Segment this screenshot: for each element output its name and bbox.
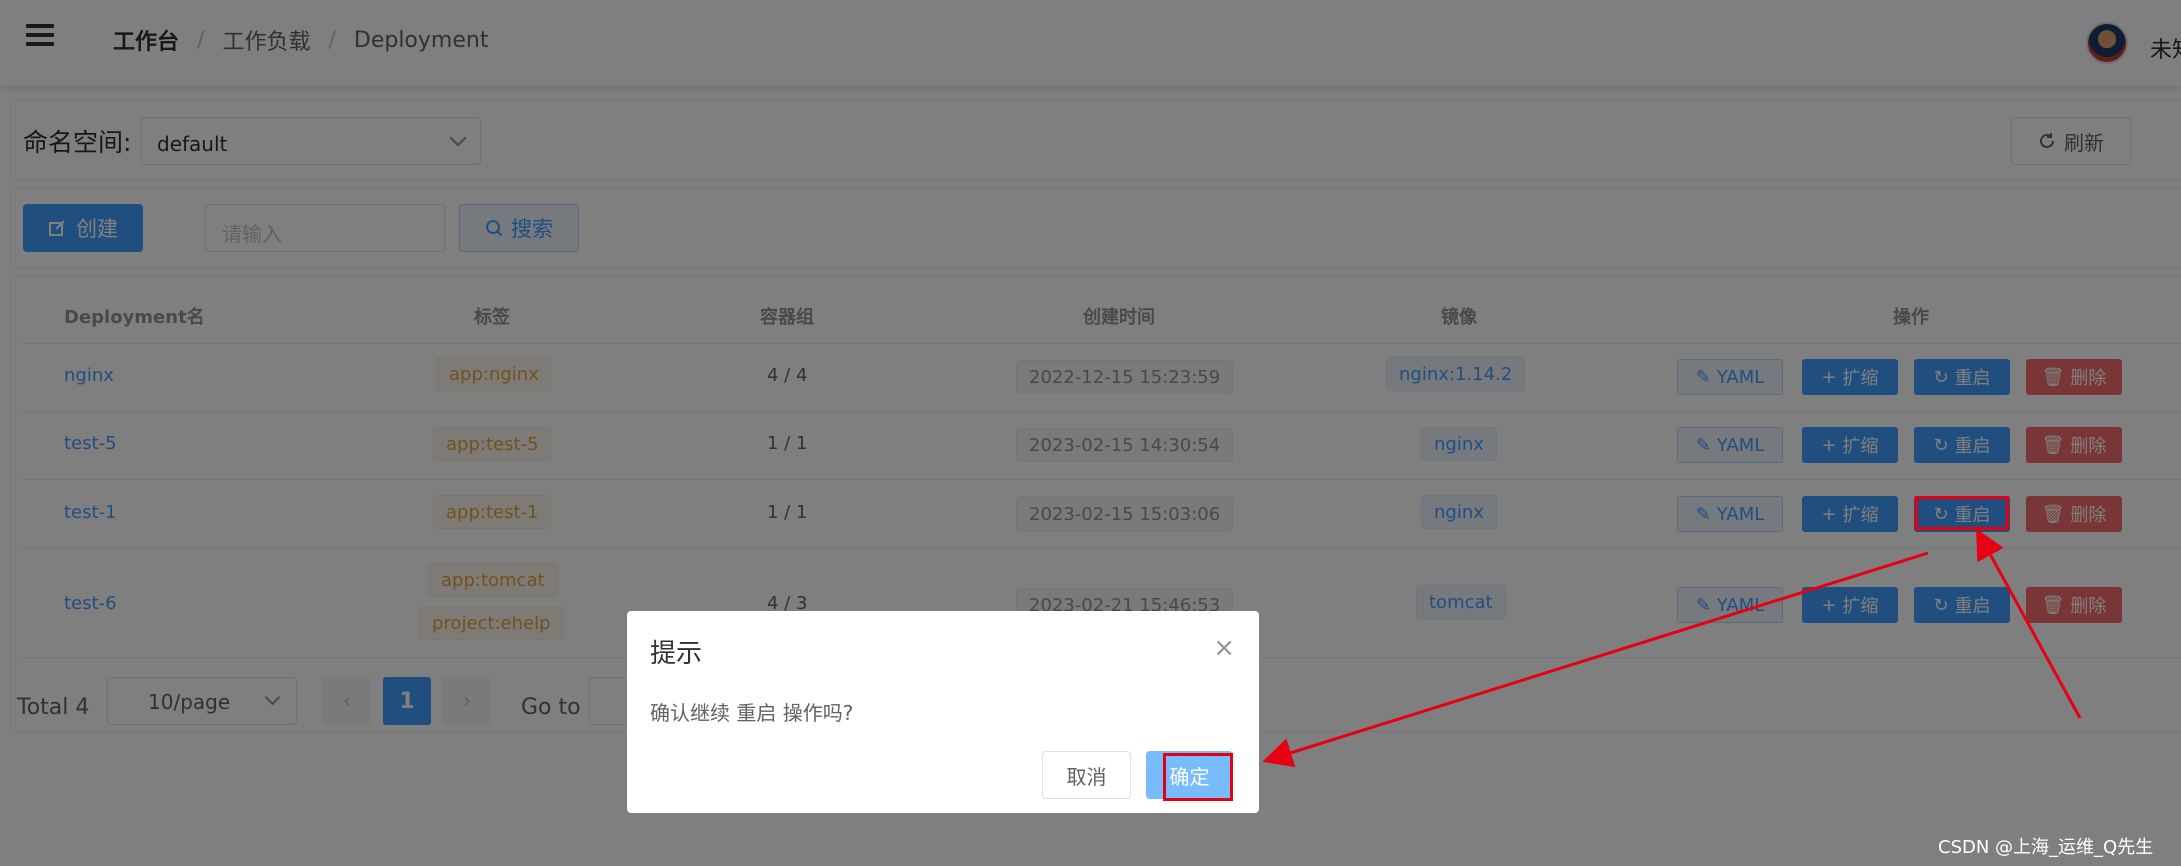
close-icon[interactable]: × <box>1213 633 1235 663</box>
annotation-highlight-confirm <box>1163 753 1233 801</box>
cancel-button[interactable]: 取消 <box>1042 751 1131 799</box>
annotation-highlight-restart <box>1915 496 2009 530</box>
dialog-message: 确认继续 重启 操作吗? <box>650 701 854 725</box>
watermark: CSDN @上海_运维_Q先生 <box>1938 837 2154 858</box>
dialog-title: 提示 <box>650 639 703 669</box>
confirm-dialog: 提示 × 确认继续 重启 操作吗? 取消 确定 <box>627 611 1259 813</box>
